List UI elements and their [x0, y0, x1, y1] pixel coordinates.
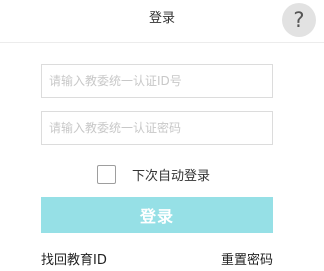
login-button[interactable]: 登录	[41, 197, 273, 233]
login-screen: 登录 ? 下次自动登录 登录 找回教育ID 重置密码	[0, 0, 324, 271]
id-input[interactable]	[41, 64, 273, 98]
recover-id-link[interactable]: 找回教育ID	[41, 249, 107, 268]
auto-login-checkbox[interactable]	[97, 165, 116, 184]
page-title: 登录	[148, 11, 175, 26]
reset-password-link[interactable]: 重置密码	[221, 249, 273, 268]
header-bar: 登录 ?	[0, 0, 324, 43]
auto-login-label: 下次自动登录	[132, 169, 211, 184]
password-input[interactable]	[41, 111, 273, 145]
help-button[interactable]: ?	[282, 3, 316, 37]
auto-login-toggle[interactable]: 下次自动登录	[97, 165, 210, 184]
question-mark-icon: ?	[293, 7, 305, 32]
